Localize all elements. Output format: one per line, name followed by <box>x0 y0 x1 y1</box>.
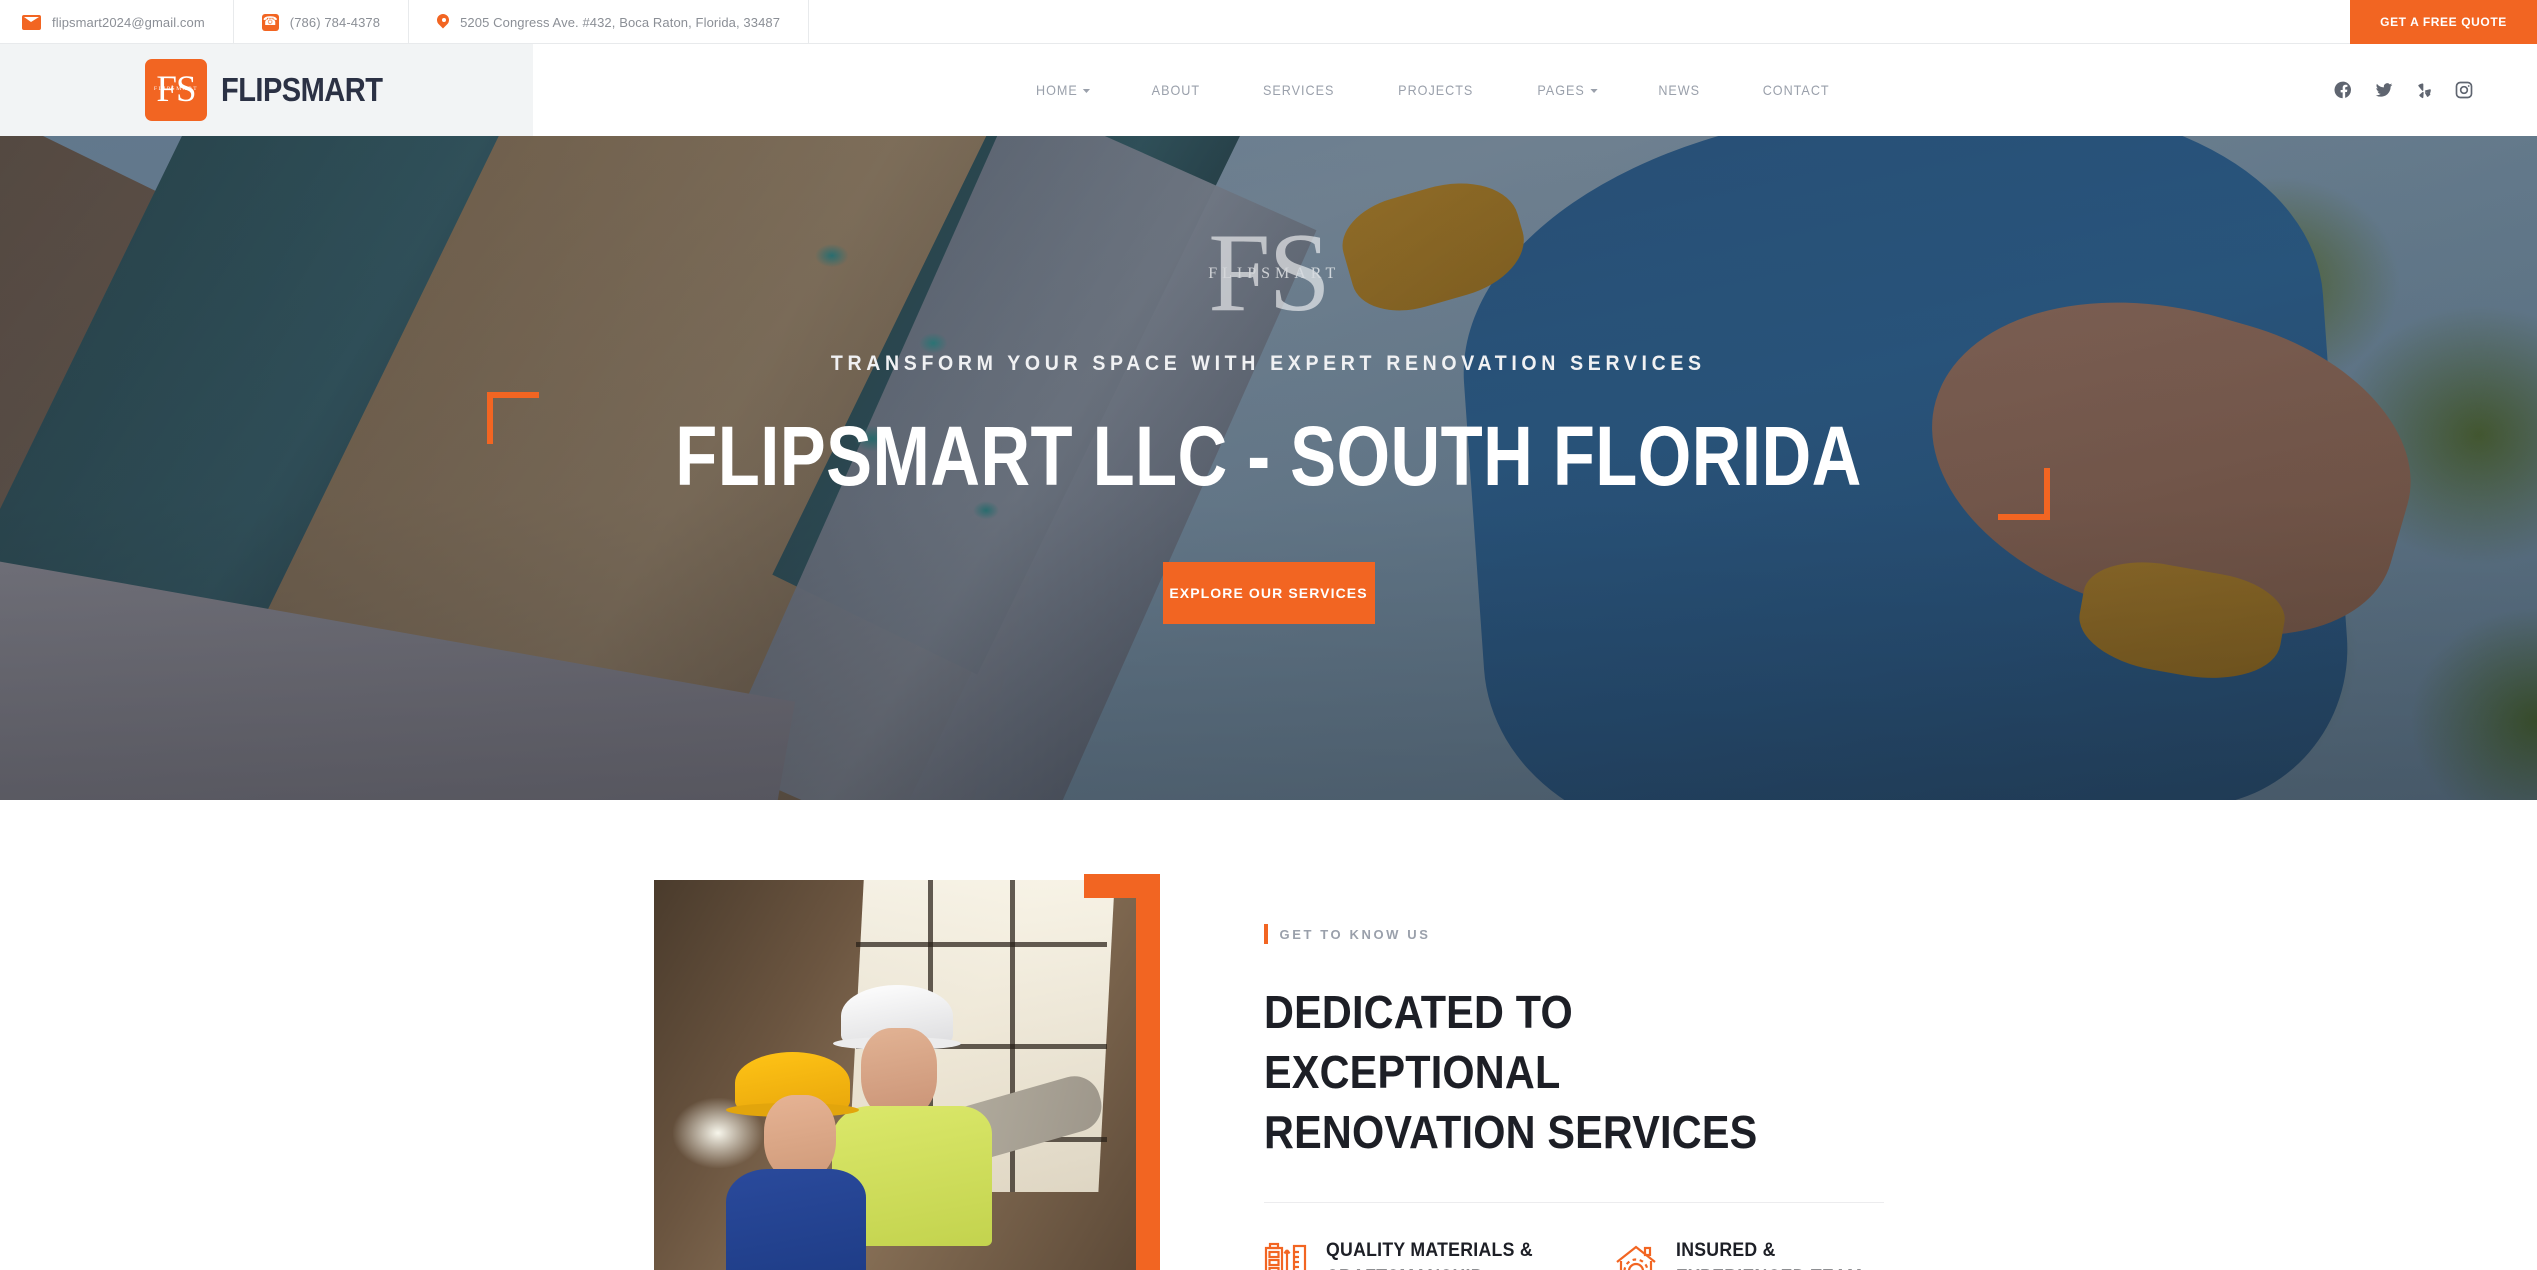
twitter-icon[interactable] <box>2373 79 2395 101</box>
nav-item-contact-label: CONTACT <box>1762 82 1830 98</box>
topbar-email-text: flipsmart2024@gmail.com <box>52 14 205 30</box>
site-header: FS FLIPSMART FLIPSMART HOME ABOUT SERVIC… <box>0 44 2537 136</box>
about-image <box>653 880 1136 1270</box>
top-contact-items: flipsmart2024@gmail.com (786) 784-4378 5… <box>0 0 810 44</box>
hero-section: FS FLIPSMART TRANSFORM YOUR SPACE WITH E… <box>0 136 2537 800</box>
hero-title-frame: FLIPSMART LLC - SOUTH FLORIDA <box>486 392 2051 520</box>
topbar-phone-text: (786) 784-4378 <box>289 14 381 30</box>
topbar-email[interactable]: flipsmart2024@gmail.com <box>0 0 234 44</box>
topbar-address[interactable]: 5205 Congress Ave. #432, Boca Raton, Flo… <box>409 0 810 44</box>
nav-item-about[interactable]: ABOUT <box>1127 82 1226 98</box>
feature-quality-line1: QUALITY MATERIALS & <box>1325 1240 1533 1261</box>
nav-item-services-label: SERVICES <box>1262 82 1335 98</box>
mail-icon <box>22 14 41 30</box>
about-eyebrow-label: GET TO KNOW US <box>1279 926 1431 942</box>
yelp-icon[interactable] <box>2413 79 2435 101</box>
about-heading: DEDICATED TO EXCEPTIONAL RENOVATION SERV… <box>1264 982 1822 1162</box>
nav-item-contact[interactable]: CONTACT <box>1737 82 1854 98</box>
page-root: flipsmart2024@gmail.com (786) 784-4378 5… <box>0 0 2537 1270</box>
chevron-down-icon <box>1082 89 1091 93</box>
nav-item-news-label: NEWS <box>1658 82 1701 98</box>
top-contact-bar: flipsmart2024@gmail.com (786) 784-4378 5… <box>0 0 2537 44</box>
house-gear-icon <box>1614 1241 1658 1270</box>
feature-insured-line1: INSURED & <box>1675 1240 1776 1261</box>
instagram-icon[interactable] <box>2453 79 2475 101</box>
logo-area[interactable]: FS FLIPSMART FLIPSMART <box>0 44 533 136</box>
explore-our-services-button[interactable]: EXPLORE OUR SERVICES <box>1162 562 1375 624</box>
social-links <box>2333 44 2537 136</box>
nav-item-services[interactable]: SERVICES <box>1238 82 1360 98</box>
about-text-column: GET TO KNOW US DEDICATED TO EXCEPTIONAL … <box>1263 880 1884 1270</box>
about-accent-bar <box>1083 874 1160 1270</box>
feature-quality-materials: QUALITY MATERIALS & CRAFTSMANSHIP <box>1264 1237 1548 1270</box>
location-pin-icon <box>437 14 449 30</box>
hero-watermark-subtext: FLIPSMART <box>1208 265 1341 282</box>
nav-item-home[interactable]: HOME <box>1011 82 1116 98</box>
nav-item-projects[interactable]: PROJECTS <box>1373 82 1499 98</box>
eyebrow-bar-icon <box>1263 924 1268 944</box>
get-a-free-quote-button[interactable]: GET A FREE QUOTE <box>2350 0 2537 44</box>
about-inner: GET TO KNOW US DEDICATED TO EXCEPTIONAL … <box>653 874 1884 1270</box>
logo-monogram-subtext: FLIPSMART <box>153 86 199 92</box>
hero-title: FLIPSMART LLC - SOUTH FLORIDA <box>675 409 1862 503</box>
nav-item-news[interactable]: NEWS <box>1634 82 1726 98</box>
chevron-down-icon <box>1589 89 1598 93</box>
logo-wordmark: FLIPSMART <box>221 71 383 108</box>
phone-icon <box>261 12 279 31</box>
about-section: GET TO KNOW US DEDICATED TO EXCEPTIONAL … <box>0 800 2537 1270</box>
hero-watermark-logo: FS FLIPSMART <box>1208 217 1341 329</box>
nav-item-projects-label: PROJECTS <box>1398 82 1474 98</box>
feature-insured-team-label: INSURED & EXPERIENCED TEAM <box>1676 1237 1862 1270</box>
topbar-address-text: 5205 Congress Ave. #432, Boca Raton, Flo… <box>460 14 781 30</box>
nav-item-about-label: ABOUT <box>1151 82 1201 98</box>
hero-subtitle: TRANSFORM YOUR SPACE WITH EXPERT RENOVAT… <box>831 352 1706 375</box>
logo-badge-icon: FS FLIPSMART <box>145 59 207 121</box>
about-eyebrow: GET TO KNOW US <box>1263 924 1884 944</box>
topbar-phone[interactable]: (786) 784-4378 <box>234 0 410 44</box>
nav-item-pages-label: PAGES <box>1537 82 1585 98</box>
facebook-icon[interactable] <box>2333 79 2355 101</box>
nav-item-pages[interactable]: PAGES <box>1512 82 1622 98</box>
feature-insured-team: INSURED & EXPERIENCED TEAM <box>1614 1237 1876 1270</box>
about-media <box>653 874 1188 1270</box>
about-features: QUALITY MATERIALS & CRAFTSMANSHIP <box>1264 1203 1884 1270</box>
about-heading-line1: DEDICATED TO EXCEPTIONAL <box>1263 986 1573 1098</box>
ruler-building-icon <box>1264 1241 1308 1270</box>
about-heading-line2: RENOVATION SERVICES <box>1263 1106 1757 1158</box>
main-navigation: HOME ABOUT SERVICES PROJECTS PAGES NEWS … <box>533 44 2333 136</box>
hero-content: FS FLIPSMART TRANSFORM YOUR SPACE WITH E… <box>0 136 2537 800</box>
feature-quality-materials-label: QUALITY MATERIALS & CRAFTSMANSHIP <box>1326 1237 1533 1270</box>
nav-item-home-label: HOME <box>1035 82 1078 98</box>
